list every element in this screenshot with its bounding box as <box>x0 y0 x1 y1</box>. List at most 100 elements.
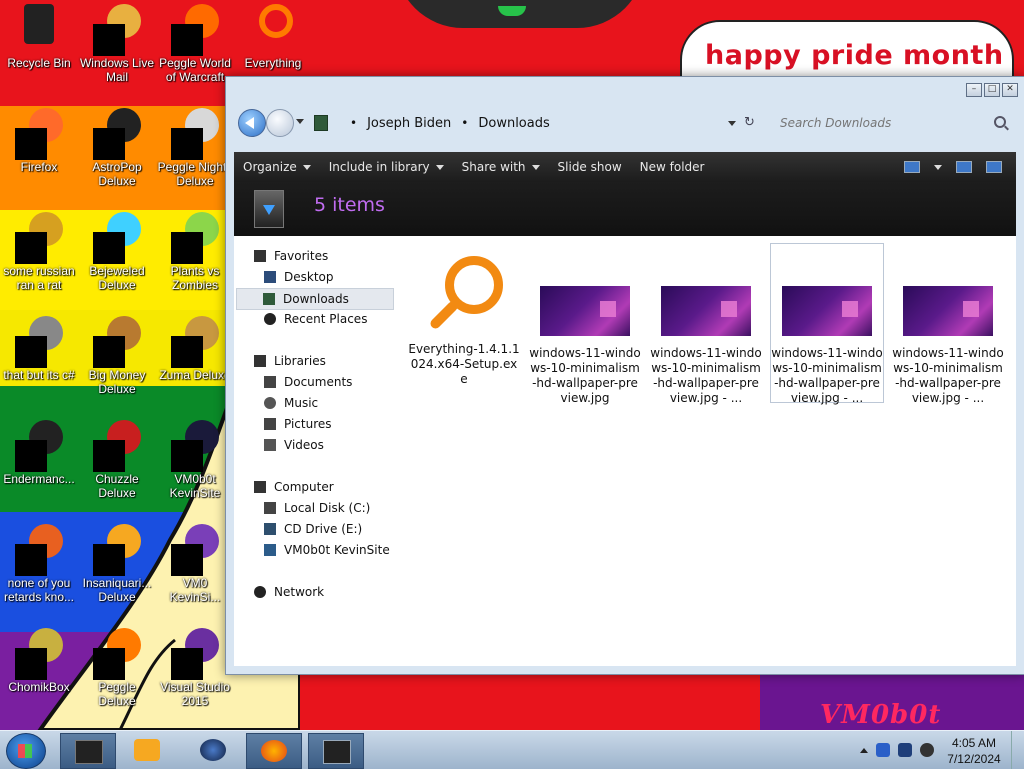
desktop-icon-peggle-icon[interactable]: Peggle Nights Deluxe <box>156 104 234 200</box>
taskbar-firefox[interactable] <box>246 733 302 769</box>
file-item[interactable]: Everything-1.4.1.1024.x64-Setup.exe <box>408 244 520 387</box>
file-item-selected[interactable]: windows-11-windows-10-minimalism-hd-wall… <box>770 243 884 405</box>
chevron-down-icon[interactable] <box>934 164 942 170</box>
desktop-icon-firefox-icon[interactable]: Firefox <box>0 104 78 200</box>
desktop-icon-peggle-icon[interactable]: Peggle World of Warcraft <box>156 0 234 96</box>
show-hidden-icons-icon[interactable] <box>860 747 868 753</box>
new-folder-button[interactable]: New folder <box>631 152 714 182</box>
nav-videos[interactable]: Videos <box>264 435 324 455</box>
organize-button[interactable]: Organize <box>234 152 320 182</box>
recycle-bin-icon <box>15 4 63 52</box>
desktop-icon-game-icon[interactable]: Chuzzle Deluxe <box>78 416 156 512</box>
nav-computer[interactable]: Computer <box>254 477 334 497</box>
desktop-icon-label: that but its c# <box>3 368 75 382</box>
slide-show-button[interactable]: Slide show <box>549 152 631 182</box>
address-bar[interactable]: • Joseph Biden • Downloads <box>308 111 778 135</box>
back-button[interactable] <box>238 109 266 137</box>
taskbar-media-player[interactable] <box>120 733 174 767</box>
search-box[interactable] <box>774 111 1018 135</box>
image-thumbnail <box>661 286 751 336</box>
desktop-icon-gem-icon[interactable]: Bejeweled Deluxe <box>78 208 156 304</box>
forward-button[interactable] <box>266 109 294 137</box>
recent-pages-dropdown-icon[interactable] <box>296 119 304 124</box>
window-icon <box>323 740 351 764</box>
explorer-window[interactable]: – □ ✕ • Joseph Biden • Downloads ↻ Organ… <box>225 76 1024 675</box>
breadcrumb-downloads[interactable]: Downloads <box>478 116 549 131</box>
breadcrumb-separator[interactable]: • <box>350 116 357 130</box>
minimize-button[interactable]: – <box>966 83 982 97</box>
desktop-icon-plant-icon[interactable]: Plants vs Zombies <box>156 208 234 304</box>
start-button[interactable] <box>6 733 46 769</box>
nav-downloads[interactable]: Downloads <box>236 288 394 310</box>
maximize-button[interactable]: □ <box>984 83 1000 97</box>
nav-documents[interactable]: Documents <box>264 372 352 392</box>
file-name: windows-11-windows-10-minimalism-hd-wall… <box>771 346 883 405</box>
change-view-icon[interactable] <box>904 161 920 173</box>
share-with-button[interactable]: Share with <box>453 152 549 182</box>
preview-pane-icon[interactable] <box>956 161 972 173</box>
close-button[interactable]: ✕ <box>1002 83 1018 97</box>
refresh-icon[interactable]: ↻ <box>744 115 755 130</box>
desktop-icon-app-icon[interactable]: some russian ran a rat <box>0 208 78 304</box>
nav-network[interactable]: Network <box>254 582 324 602</box>
nav-local-disk[interactable]: Local Disk (C:) <box>264 498 370 518</box>
desktop-icon-game-icon[interactable]: AstroPop Deluxe <box>78 104 156 200</box>
search-icon[interactable] <box>994 116 1006 128</box>
desktop-icon-label: none of you retards kno... <box>3 576 75 604</box>
nav-desktop[interactable]: Desktop <box>264 267 334 287</box>
window-controls: – □ ✕ <box>966 83 1018 97</box>
desktop-icon-money-icon[interactable]: Big Money Deluxe <box>78 312 156 408</box>
nav-recent-places[interactable]: Recent Places <box>264 309 367 329</box>
desktop-icon-game-icon[interactable]: Zuma Deluxe <box>156 312 234 408</box>
desktop-icon-label: Zuma Deluxe <box>159 368 231 382</box>
clock[interactable]: 4:05 AM 7/12/2024 <box>938 733 1010 767</box>
desktop-icon-label: Plants vs Zombies <box>170 264 220 292</box>
desktop-icon-app-icon[interactable]: ChomikBox <box>0 624 78 720</box>
breadcrumb-separator[interactable]: • <box>461 116 468 130</box>
nav-libraries[interactable]: Libraries <box>254 351 326 371</box>
desktop-icon-peggle-icon[interactable]: Peggle Deluxe <box>78 624 156 720</box>
desktop-icon-app-icon[interactable]: none of you retards kno... <box>0 520 78 616</box>
tray-app-icon[interactable] <box>876 743 890 757</box>
nav-music[interactable]: Music <box>264 393 318 413</box>
file-item[interactable]: windows-11-windows-10-minimalism-hd-wall… <box>529 244 641 406</box>
desktop-icon <box>264 271 276 283</box>
nav-cd-drive[interactable]: CD Drive (E:) <box>264 519 362 539</box>
taskbar-explorer[interactable] <box>60 733 116 769</box>
file-name: Everything-1.4.1.1024.x64-Setup.exe <box>408 342 520 386</box>
search-input[interactable] <box>774 111 1018 135</box>
file-item[interactable]: windows-11-windows-10-minimalism-hd-wall… <box>892 244 1004 406</box>
command-bar: Organize Include in library Share with S… <box>234 152 1016 182</box>
taskbar-globe[interactable] <box>186 733 240 767</box>
desktop-icon-label: Peggle Nights Deluxe <box>157 160 233 188</box>
desktop-icon-label: Peggle Deluxe <box>98 680 136 708</box>
downloads-icon <box>263 293 275 305</box>
nav-pictures[interactable]: Pictures <box>264 414 332 434</box>
image-thumbnail <box>540 286 630 336</box>
app-icon <box>171 524 219 576</box>
address-dropdown-icon[interactable] <box>728 121 736 126</box>
desktop-icon-label: Endermanc... <box>3 472 75 486</box>
desktop-icon-fish-icon[interactable]: Insaniquari... Deluxe <box>78 520 156 616</box>
help-icon[interactable] <box>986 161 1002 173</box>
desktop-icon-app-icon[interactable]: Endermanc... <box>0 416 78 512</box>
desktop-icon-recycle-bin-icon[interactable]: Recycle Bin <box>0 0 78 96</box>
desktop-icon-mail-icon[interactable]: Windows Live Mail <box>78 0 156 96</box>
file-item[interactable]: windows-11-windows-10-minimalism-hd-wall… <box>650 244 762 406</box>
desktop-icon-label: Everything <box>244 56 302 70</box>
desktop-icon-app-icon[interactable]: VM0 KevinSi... <box>156 520 234 616</box>
taskbar-window[interactable] <box>308 733 364 769</box>
nav-favorites[interactable]: Favorites <box>254 246 328 266</box>
chevron-down-icon <box>531 164 540 170</box>
desktop-icon-app-icon[interactable]: VM0b0t KevinSite <box>156 416 234 512</box>
show-desktop-button[interactable] <box>1011 731 1024 769</box>
breadcrumb-joseph-biden[interactable]: Joseph Biden <box>367 116 451 131</box>
desktop-icon-app-icon[interactable]: that but its c# <box>0 312 78 408</box>
desktop-icon-label: Peggle World of Warcraft <box>159 56 231 84</box>
gem-icon <box>93 212 141 264</box>
include-in-library-button[interactable]: Include in library <box>320 152 453 182</box>
desktop-icon-visual-studio-icon[interactable]: Visual Studio 2015 <box>156 624 234 720</box>
volume-icon[interactable] <box>920 743 934 757</box>
network-status-icon[interactable] <box>898 743 912 757</box>
nav-vm-share[interactable]: VM0b0t KevinSite <box>264 540 390 560</box>
